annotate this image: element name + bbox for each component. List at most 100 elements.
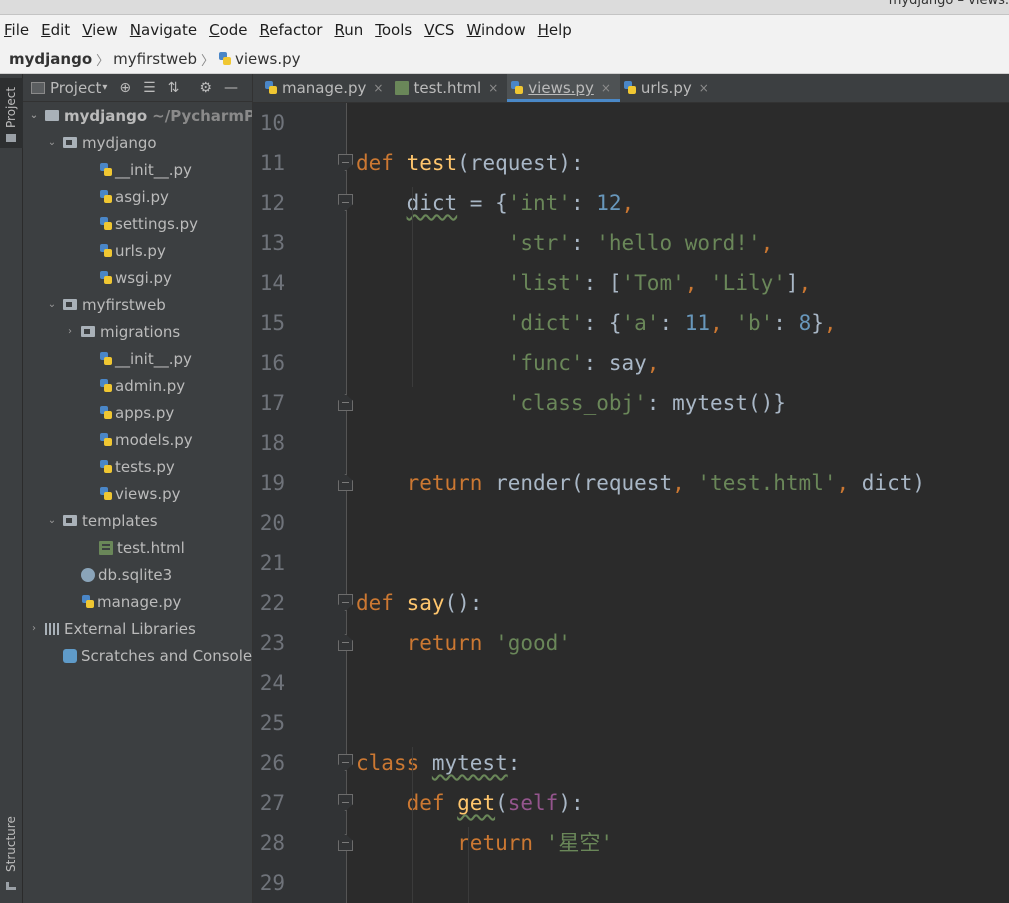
breadcrumb: mydjango 〉 myfirstweb 〉 views.py [0, 45, 1009, 74]
folder-icon [6, 134, 16, 142]
left-tool-stripe: Project Structure [0, 74, 23, 903]
close-icon[interactable]: × [488, 81, 498, 95]
code-token: : [507, 751, 521, 775]
project-view-selector[interactable]: Project [50, 79, 101, 97]
gear-icon[interactable]: ⚙ [199, 80, 212, 96]
tree-item[interactable]: urls.py [99, 237, 166, 264]
tree-item[interactable]: ⌄ templates [45, 507, 158, 534]
project-tool-tab[interactable]: Project [0, 78, 23, 148]
tree-item[interactable]: ⌄ myfirstweb [45, 291, 166, 318]
menu-item[interactable]: Help [538, 21, 572, 39]
tree-item[interactable]: ⌄ mydjango [45, 129, 157, 156]
code-line: 'str': 'hello word!', [356, 223, 774, 263]
tree-item[interactable]: apps.py [99, 399, 174, 426]
code-token: def [406, 791, 458, 815]
code-token: : [ [583, 271, 622, 295]
chevron-down-icon[interactable]: ⌄ [45, 299, 59, 310]
python-file-icon [99, 216, 113, 231]
tree-item[interactable]: Scratches and Consoles [63, 642, 253, 669]
chevron-right-icon[interactable]: › [63, 326, 77, 337]
menu-item[interactable]: Window [466, 21, 525, 39]
tree-item[interactable]: settings.py [99, 210, 198, 237]
tree-item[interactable]: test.html [99, 534, 185, 561]
menu-mnemonic: F [4, 21, 12, 39]
line-number: 28 [259, 831, 285, 855]
tree-item-label: manage.py [97, 592, 182, 611]
locate-file-icon[interactable]: ⊕ [119, 80, 131, 96]
breadcrumb-separator: 〉 [96, 53, 110, 69]
breadcrumb-folder[interactable]: myfirstweb [113, 50, 197, 68]
menu-item[interactable]: Tools [375, 21, 412, 39]
chevron-down-icon[interactable]: ⌄ [27, 110, 41, 121]
code-token: 'Tom' [621, 271, 685, 295]
tree-item[interactable]: asgi.py [99, 183, 169, 210]
editor-tab[interactable]: views.py × [507, 74, 620, 102]
menu-mnemonic: C [209, 21, 220, 39]
line-number: 21 [259, 551, 285, 575]
library-icon [45, 622, 61, 635]
tree-item[interactable]: db.sqlite3 [81, 561, 172, 588]
tree-item-label: asgi.py [115, 187, 169, 206]
tree-item[interactable]: ⌄ mydjango~/PycharmProj [27, 102, 252, 129]
code-token: 12 [596, 191, 622, 215]
tree-item-label: mydjango [82, 133, 157, 152]
menu-item[interactable]: View [82, 21, 118, 39]
tree-item[interactable]: views.py [99, 480, 181, 507]
chevron-right-icon[interactable]: › [27, 623, 41, 634]
menu-mnemonic: V [424, 21, 435, 39]
tree-item[interactable]: manage.py [81, 588, 181, 615]
menu-item[interactable]: VCS [424, 21, 454, 39]
expand-all-icon[interactable]: ☰ [143, 80, 156, 96]
chevron-down-icon[interactable]: ⌄ [45, 137, 59, 148]
code-token: 11 [684, 311, 711, 335]
menu-item[interactable]: Code [209, 21, 247, 39]
menu-item[interactable]: File [4, 21, 29, 39]
editor-tab[interactable]: test.html × [392, 74, 507, 102]
python-file-icon [99, 189, 113, 204]
menu-item[interactable]: Refactor [260, 21, 323, 39]
tree-item[interactable]: › External Libraries [27, 615, 196, 642]
tab-label: manage.py [282, 79, 367, 97]
chevron-down-icon[interactable]: ⌄ [45, 515, 59, 526]
menu-item[interactable]: Edit [41, 21, 70, 39]
tree-item-label: models.py [115, 430, 193, 449]
tree-item[interactable]: admin.py [99, 372, 185, 399]
hide-panel-icon[interactable]: — [224, 80, 238, 96]
tree-item[interactable]: models.py [99, 426, 193, 453]
python-file-icon [218, 52, 232, 66]
editor-tab[interactable]: manage.py × [261, 74, 392, 102]
close-icon[interactable]: × [373, 81, 383, 95]
code-token: say [406, 591, 445, 615]
tree-item[interactable]: › migrations [63, 318, 180, 345]
python-file-icon [99, 486, 113, 501]
code-editor[interactable]: 10 11 def test(request): 12 dict = {'int': … [253, 103, 1009, 903]
close-icon[interactable]: × [601, 81, 611, 95]
collapse-all-icon[interactable]: ⇅ [168, 80, 180, 96]
close-icon[interactable]: × [699, 81, 709, 95]
line-number: 26 [259, 751, 285, 775]
code-token: 'b' [735, 311, 774, 335]
menu-label: efactor [269, 21, 323, 39]
tree-item[interactable]: tests.py [99, 453, 175, 480]
code-token: : mytest()} [646, 391, 786, 415]
structure-tool-tab[interactable]: Structure [0, 794, 23, 903]
editor-tab[interactable]: urls.py × [620, 74, 718, 102]
folder-icon [81, 326, 95, 337]
code-line: def say(): [356, 583, 482, 623]
line-number: 22 [259, 591, 285, 615]
code-token: 'list' [507, 271, 584, 295]
menu-item[interactable]: Run [334, 21, 363, 39]
tree-item[interactable]: __init__.py [99, 156, 192, 183]
chevron-down-icon[interactable]: ▾ [102, 82, 107, 93]
breadcrumb-project[interactable]: mydjango [9, 50, 92, 68]
breadcrumb-file[interactable]: views.py [235, 50, 301, 68]
menu-item[interactable]: Navigate [130, 21, 197, 39]
tree-item[interactable]: __init__.py [99, 345, 192, 372]
html-file-icon [99, 540, 113, 555]
tree-item-label: Scratches and Consoles [81, 646, 253, 665]
tree-item[interactable]: wsgi.py [99, 264, 172, 291]
